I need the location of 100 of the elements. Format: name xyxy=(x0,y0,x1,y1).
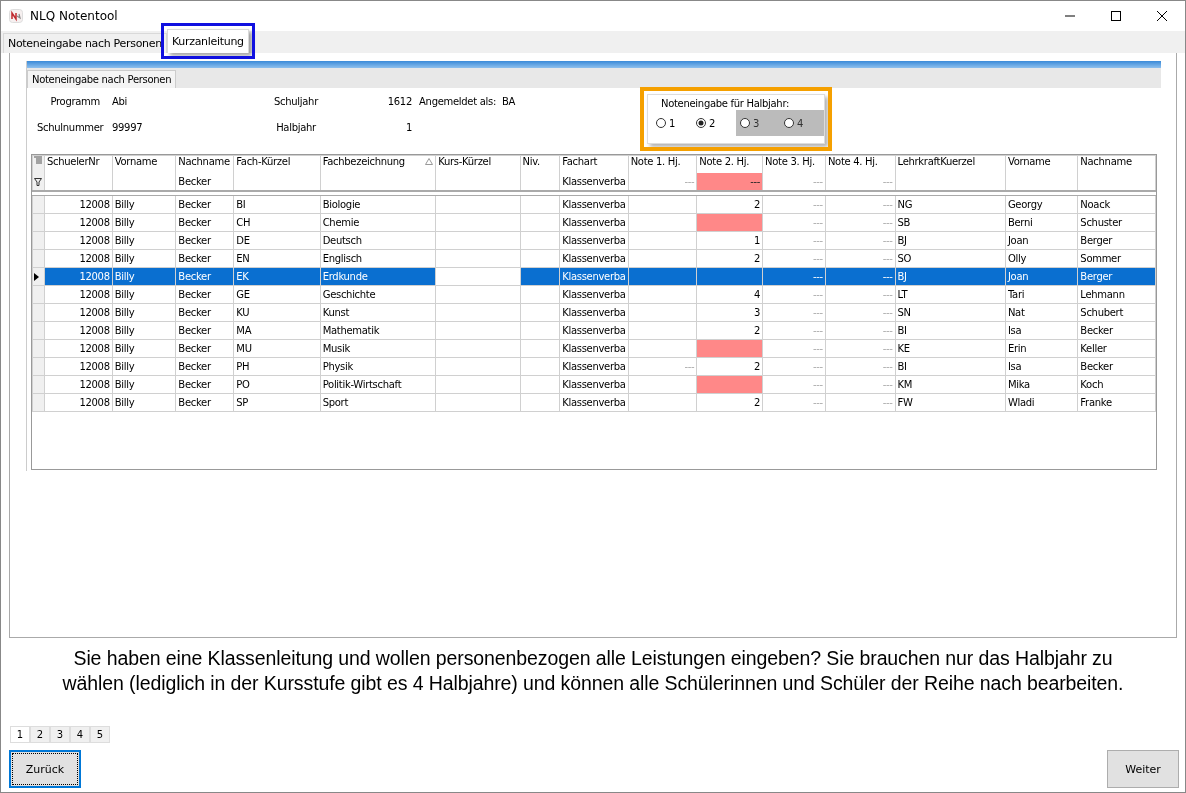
radio-label[interactable]: 2 xyxy=(709,117,716,129)
table-cell: Kunst xyxy=(320,303,436,322)
table-cell: Billy xyxy=(112,213,176,232)
page-tab[interactable]: 5 xyxy=(90,726,110,743)
radio-label[interactable]: 1 xyxy=(669,117,676,129)
filter-cell[interactable]: Klassenverba xyxy=(559,173,629,191)
table-cell: Geschichte xyxy=(320,285,436,304)
table-cell: 2 xyxy=(696,357,763,376)
table-cell: --- xyxy=(762,339,826,358)
column-header[interactable]: Note 4. Hj. xyxy=(825,155,896,173)
table-cell: Sport xyxy=(320,393,436,412)
table-cell: Becker xyxy=(175,375,234,394)
table-cell xyxy=(628,393,697,412)
field-value: 1612 xyxy=(386,95,412,107)
table-cell: SB xyxy=(895,213,1006,232)
table-cell: Biologie xyxy=(320,195,436,214)
sort-icon[interactable] xyxy=(425,158,434,165)
table-cell: BI xyxy=(895,357,1006,376)
filter-cell[interactable] xyxy=(112,173,176,191)
description-text: Sie haben eine Klassenleitung und wollen personenbezogen alle Leistungen eingeben? Sie brauchen nur das Halbjahr zu wählen (lediglich in der Kursstufe gibt es 4 Halbjahre) und können alle Schülerinnen und Schüler der Reihe nach bearbeiten. xyxy=(61,646,1125,696)
table-cell: 12008 xyxy=(44,393,113,412)
table-cell xyxy=(520,321,560,340)
table-cell xyxy=(628,231,697,250)
table-cell: --- xyxy=(762,249,826,268)
column-chooser-icon[interactable] xyxy=(34,156,42,164)
table-cell xyxy=(520,375,560,394)
table-cell: KM xyxy=(895,375,1006,394)
table-cell: Chemie xyxy=(320,213,436,232)
filter-cell[interactable] xyxy=(233,173,321,191)
field-value: BA xyxy=(502,95,517,107)
column-header[interactable]: Nachname xyxy=(175,155,234,173)
filter-cell[interactable] xyxy=(1005,173,1078,191)
table-cell: 12008 xyxy=(44,303,113,322)
page-tab[interactable]: 3 xyxy=(50,726,70,743)
filter-cell[interactable]: --- xyxy=(696,173,763,191)
filter-cell[interactable]: Becker xyxy=(175,173,234,191)
column-header[interactable]: Fach-Kürzel xyxy=(233,155,321,173)
column-header[interactable]: SchuelerNr xyxy=(44,155,113,173)
table-cell: 12008 xyxy=(44,375,113,394)
column-header[interactable]: Kurs-Kürzel xyxy=(435,155,521,173)
close-icon[interactable] xyxy=(1157,11,1167,21)
filter-cell[interactable] xyxy=(320,173,436,191)
table-cell: PO xyxy=(233,375,321,394)
column-header[interactable]: Vorname xyxy=(112,155,176,173)
table-cell: Isa xyxy=(1005,321,1078,340)
filter-cell[interactable] xyxy=(435,173,521,191)
table-cell: Lehmann xyxy=(1077,285,1156,304)
table-cell: Klassenverba xyxy=(559,285,629,304)
tab[interactable]: Noteneingabe nach Personen xyxy=(27,70,177,88)
column-header[interactable]: LehrkraftKuerzel xyxy=(895,155,1006,173)
field-label: Halbjahr xyxy=(275,121,317,133)
page-tab[interactable]: 4 xyxy=(70,726,90,743)
page-tab[interactable]: 2 xyxy=(30,726,50,743)
table-cell: BI xyxy=(895,321,1006,340)
table-cell: Politik-Wirtschaft xyxy=(320,375,436,394)
tab[interactable]: Noteneingabe nach Personen xyxy=(3,33,167,53)
table-cell: Becker xyxy=(175,321,234,340)
table-cell: Billy xyxy=(112,303,176,322)
page-tab[interactable]: 1 xyxy=(10,726,30,743)
table-cell: LT xyxy=(895,285,1006,304)
table-cell: Klassenverba xyxy=(559,231,629,250)
table-cell: 12008 xyxy=(44,285,113,304)
table-cell: Klassenverba xyxy=(559,321,629,340)
table-cell xyxy=(520,303,560,322)
group-title: Noteneingabe für Halbjahr: xyxy=(660,97,791,109)
column-header[interactable]: Note 3. Hj. xyxy=(762,155,826,173)
filter-cell[interactable] xyxy=(895,173,1006,191)
table-cell: Tari xyxy=(1005,285,1078,304)
table-cell: SP xyxy=(233,393,321,412)
table-cell: Wladi xyxy=(1005,393,1078,412)
table-cell xyxy=(520,249,560,268)
filter-cell[interactable] xyxy=(1077,173,1156,191)
column-header[interactable]: Vorname xyxy=(1005,155,1078,173)
filter-icon[interactable] xyxy=(34,177,42,186)
maximize-icon[interactable] xyxy=(1111,11,1121,21)
table-cell: Billy xyxy=(112,249,176,268)
table-cell: --- xyxy=(762,321,826,340)
column-header[interactable]: Niv. xyxy=(520,155,560,173)
table-cell: --- xyxy=(825,213,896,232)
table-cell: Klassenverba xyxy=(559,249,629,268)
radio-button[interactable] xyxy=(656,118,666,128)
table-cell: Mika xyxy=(1005,375,1078,394)
table-cell: --- xyxy=(762,195,826,214)
column-header[interactable]: Note 1. Hj. xyxy=(628,155,697,173)
filter-cell[interactable] xyxy=(520,173,560,191)
column-header[interactable]: Fachbezeichnung xyxy=(320,155,436,173)
table-cell: Noack xyxy=(1077,195,1156,214)
table-cell: Becker xyxy=(175,195,234,214)
table-cell: Becker xyxy=(1077,321,1156,340)
back-button[interactable]: Zurück xyxy=(9,750,81,788)
next-button[interactable]: Weiter xyxy=(1107,750,1179,788)
table-cell: Klassenverba xyxy=(559,357,629,376)
table-cell: SO xyxy=(895,249,1006,268)
table-cell: Physik xyxy=(320,357,436,376)
column-header[interactable]: Nachname xyxy=(1077,155,1156,173)
table-cell: Klassenverba xyxy=(559,213,629,232)
table-cell: MU xyxy=(233,339,321,358)
radio-button[interactable] xyxy=(696,118,706,128)
filter-cell[interactable] xyxy=(44,173,113,191)
column-header[interactable]: Fachart xyxy=(559,155,629,173)
